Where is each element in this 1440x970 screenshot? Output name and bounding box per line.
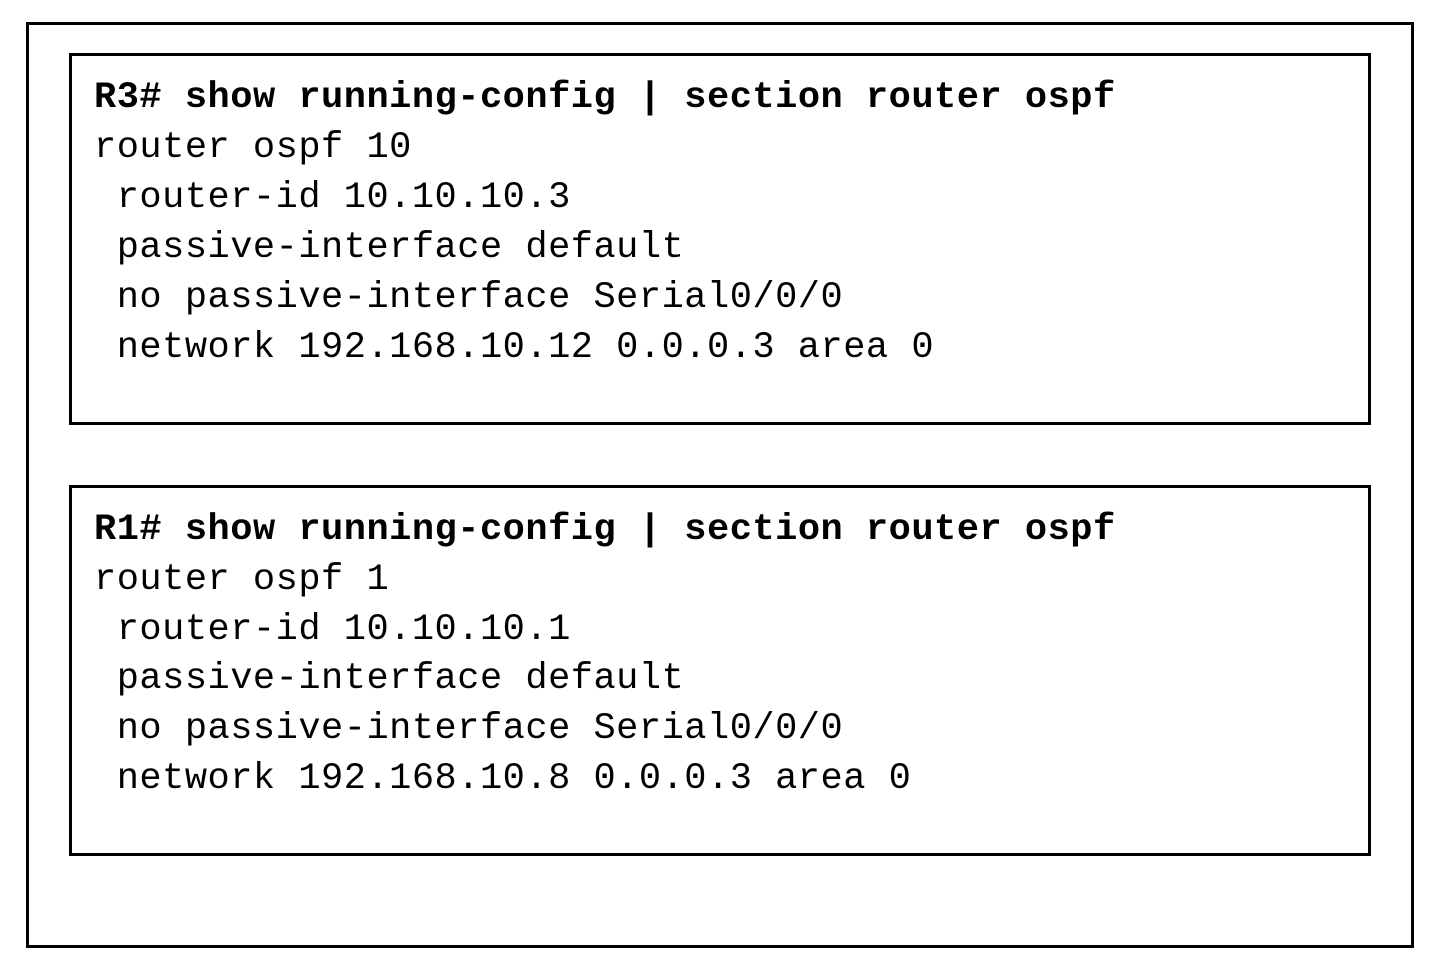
cli-line: network 192.168.10.12 0.0.0.3 area 0 xyxy=(94,327,934,369)
cli-line: passive-interface default xyxy=(94,227,684,269)
cli-line: router-id 10.10.10.3 xyxy=(94,177,571,219)
cli-output-r3: R3# show running-config | section router… xyxy=(69,53,1371,425)
cli-line: network 192.168.10.8 0.0.0.3 area 0 xyxy=(94,758,911,800)
cli-output-r1: R1# show running-config | section router… xyxy=(69,485,1371,857)
cli-line: passive-interface default xyxy=(94,658,684,700)
cli-line: router ospf 10 xyxy=(94,127,412,169)
cli-line: no passive-interface Serial0/0/0 xyxy=(94,708,843,750)
cli-command: show running-config | section router osp… xyxy=(185,77,1116,119)
cli-prompt: R3# xyxy=(94,77,185,119)
cli-line: router-id 10.10.10.1 xyxy=(94,609,571,651)
outer-frame: R3# show running-config | section router… xyxy=(26,22,1414,948)
cli-prompt: R1# xyxy=(94,509,185,551)
cli-line: no passive-interface Serial0/0/0 xyxy=(94,277,843,319)
cli-command: show running-config | section router osp… xyxy=(185,509,1116,551)
page: R3# show running-config | section router… xyxy=(0,0,1440,970)
cli-line: router ospf 1 xyxy=(94,559,389,601)
